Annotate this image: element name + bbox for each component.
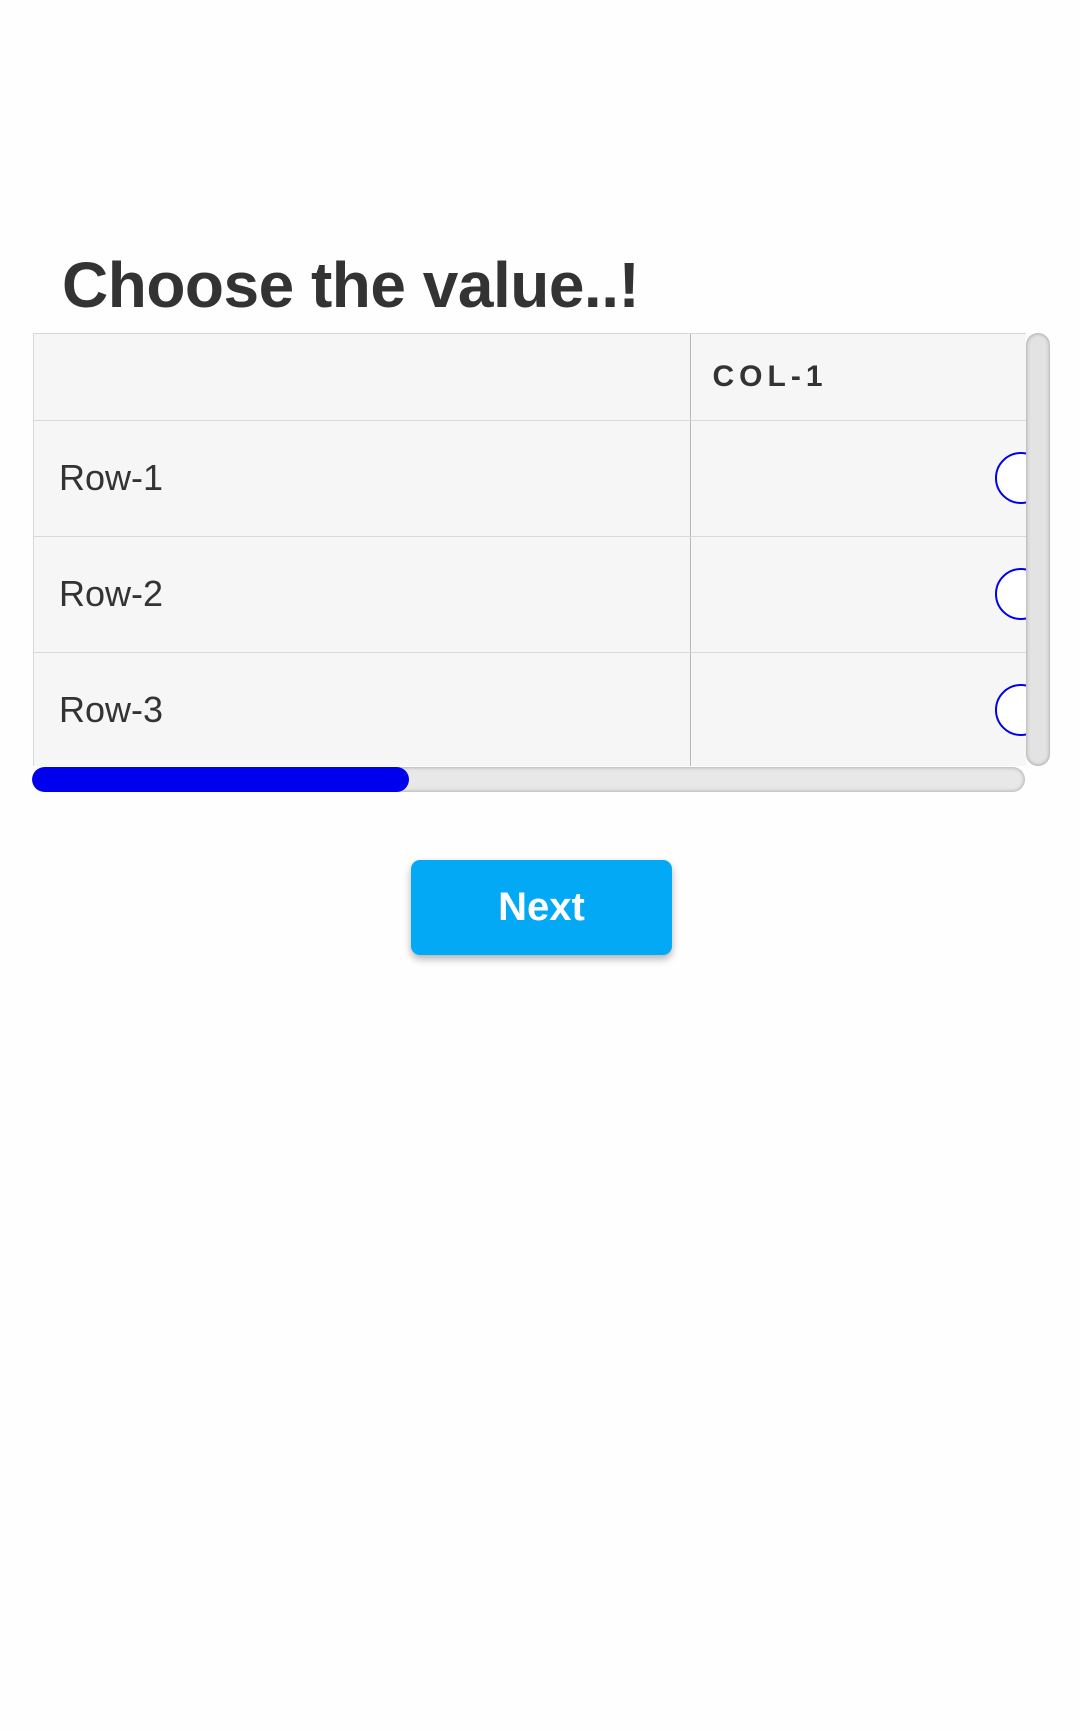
row-label: Row-1 — [34, 420, 691, 537]
table-row: Row-1 — [34, 420, 1026, 537]
row-label: Row-2 — [34, 536, 691, 653]
horizontal-scrollbar-thumb[interactable] — [32, 767, 410, 792]
next-button[interactable]: Next — [411, 860, 672, 955]
question-title: Choose the value..! — [62, 249, 640, 321]
radio-cell — [690, 420, 1026, 537]
table-row: Row-3 — [34, 652, 1026, 766]
radio-row-1-col-1[interactable] — [994, 452, 1026, 504]
row-label: Row-3 — [34, 652, 691, 766]
radio-row-3-col-1[interactable] — [994, 684, 1026, 736]
table-row: Row-2 — [34, 536, 1026, 653]
matrix-table: COL-1 Row-1 Row-2 Row-3 — [34, 334, 1026, 766]
vertical-scrollbar[interactable] — [1026, 333, 1050, 766]
matrix-grid: COL-1 Row-1 Row-2 Row-3 — [33, 333, 1026, 766]
radio-row-2-col-1[interactable] — [994, 568, 1026, 620]
column-header-col-1: COL-1 — [690, 334, 1026, 421]
radio-cell — [690, 652, 1026, 766]
header-row: COL-1 — [34, 334, 1026, 421]
horizontal-scrollbar[interactable] — [32, 767, 1025, 792]
corner-header-cell — [34, 334, 691, 421]
radio-cell — [690, 536, 1026, 653]
